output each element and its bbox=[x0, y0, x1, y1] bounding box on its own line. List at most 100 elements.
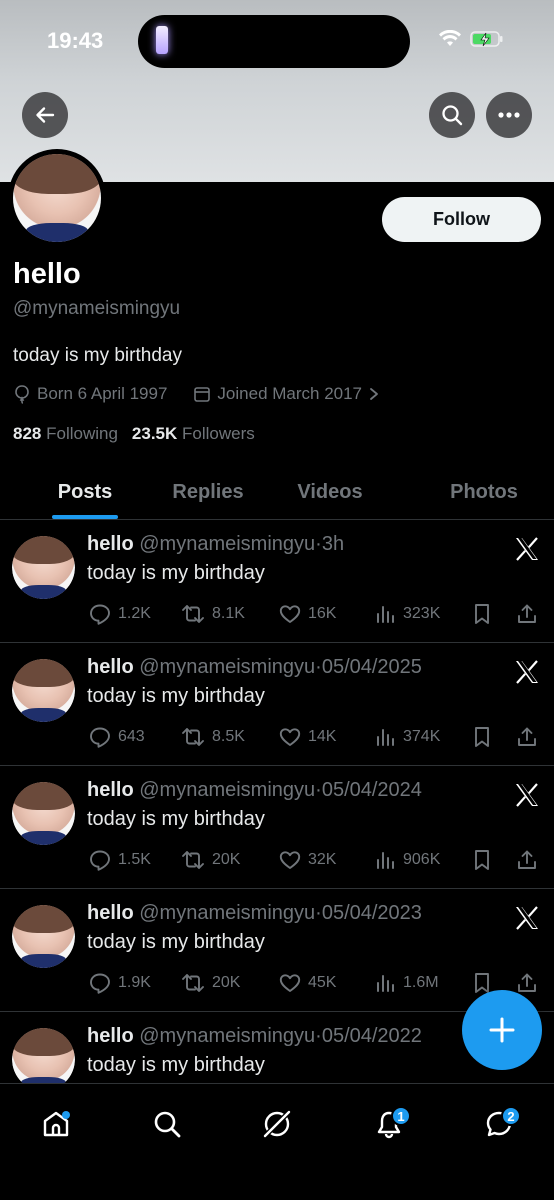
post-author-name[interactable]: hello bbox=[87, 1025, 134, 1047]
tab-posts[interactable]: Posts bbox=[0, 466, 170, 519]
heart-icon bbox=[279, 605, 301, 623]
post-source-badge bbox=[514, 782, 540, 808]
profile-bio: today is my birthday bbox=[13, 345, 182, 366]
repost-button[interactable]: 20K bbox=[180, 969, 240, 997]
post-timestamp: ·05/04/2025 bbox=[315, 656, 422, 678]
reply-button[interactable]: 1.2K bbox=[88, 600, 151, 628]
nav-notifications[interactable]: 1 bbox=[367, 1102, 411, 1146]
post-item[interactable]: hello @mynameismingyu·05/04/2024 today is… bbox=[0, 766, 554, 889]
post-author-handle: @mynameismingyu bbox=[139, 902, 316, 924]
profile-tabs: Posts Replies Videos Photos bbox=[0, 466, 554, 520]
post-actions: 1.5K 20K 32K 906K bbox=[88, 846, 543, 874]
post-author-name[interactable]: hello bbox=[87, 779, 134, 801]
share-button[interactable] bbox=[515, 600, 539, 628]
post-avatar[interactable] bbox=[12, 536, 75, 599]
avatar-photo bbox=[12, 1028, 75, 1091]
followers-count: 23.5K bbox=[131, 424, 178, 443]
share-icon bbox=[518, 973, 536, 992]
bookmark-button[interactable] bbox=[471, 846, 493, 874]
post-actions: 643 8.5K 14K 374K bbox=[88, 723, 543, 751]
post-avatar[interactable] bbox=[12, 905, 75, 968]
heart-icon bbox=[279, 851, 301, 869]
nav-home[interactable] bbox=[34, 1102, 78, 1146]
compose-post-button[interactable] bbox=[462, 990, 542, 1070]
post-avatar[interactable] bbox=[12, 659, 75, 722]
display-name: hello bbox=[13, 258, 81, 290]
like-button[interactable]: 45K bbox=[278, 969, 336, 997]
repost-icon bbox=[182, 974, 204, 992]
repost-icon bbox=[182, 851, 204, 869]
views-button[interactable]: 323K bbox=[375, 600, 440, 628]
joined-date[interactable]: Joined March 2017 bbox=[217, 384, 362, 404]
followers-link[interactable]: 23.5K Followers bbox=[132, 424, 255, 444]
bookmark-icon bbox=[475, 604, 489, 624]
reply-button[interactable]: 1.5K bbox=[88, 846, 151, 874]
search-button[interactable] bbox=[429, 92, 475, 138]
post-timestamp: ·05/04/2023 bbox=[315, 902, 422, 924]
reply-button[interactable]: 1.9K bbox=[88, 969, 151, 997]
bookmark-button[interactable] bbox=[471, 600, 493, 628]
post-header: hello @mynameismingyu·05/04/2025 bbox=[87, 656, 422, 679]
profile-avatar[interactable] bbox=[8, 149, 106, 247]
like-button[interactable]: 16K bbox=[278, 600, 336, 628]
like-button[interactable]: 14K bbox=[278, 723, 336, 751]
tab-label: Videos bbox=[297, 481, 363, 503]
repost-button[interactable]: 8.1K bbox=[180, 600, 245, 628]
views-chart-icon bbox=[377, 729, 394, 746]
following-link[interactable]: 828 Following bbox=[13, 424, 118, 444]
post-author-name[interactable]: hello bbox=[87, 902, 134, 924]
post-header: hello @mynameismingyu·3h bbox=[87, 533, 344, 556]
bookmark-icon bbox=[475, 727, 489, 747]
chevron-right-icon[interactable] bbox=[368, 387, 380, 401]
tab-photos[interactable]: Photos bbox=[414, 466, 554, 519]
post-text: today is my birthday bbox=[87, 808, 265, 830]
status-icons bbox=[438, 30, 504, 48]
post-avatar[interactable] bbox=[12, 782, 75, 845]
tab-replies[interactable]: Replies bbox=[170, 466, 246, 519]
post-author-name[interactable]: hello bbox=[87, 656, 134, 678]
post-author-name[interactable]: hello bbox=[87, 533, 134, 555]
repost-button[interactable]: 8.5K bbox=[180, 723, 245, 751]
heart-icon bbox=[279, 974, 301, 992]
reply-count: 1.9K bbox=[118, 974, 151, 991]
repost-count: 8.5K bbox=[212, 728, 245, 745]
views-button[interactable]: 374K bbox=[375, 723, 440, 751]
nav-grok[interactable] bbox=[255, 1102, 299, 1146]
share-icon bbox=[518, 604, 536, 623]
status-time: 19:43 bbox=[47, 28, 104, 53]
post-avatar[interactable] bbox=[12, 1028, 75, 1091]
search-icon bbox=[442, 105, 463, 126]
post-author-handle: @mynameismingyu bbox=[139, 779, 316, 801]
back-button[interactable] bbox=[22, 92, 68, 138]
more-options-button[interactable] bbox=[486, 92, 532, 138]
post-item[interactable]: hello @mynameismingyu·05/04/2025 today is… bbox=[0, 643, 554, 766]
post-header: hello @mynameismingyu·05/04/2023 bbox=[87, 902, 422, 925]
nav-search[interactable] bbox=[145, 1102, 189, 1146]
like-count: 45K bbox=[308, 974, 337, 991]
bottom-navigation: 1 2 bbox=[0, 1083, 554, 1200]
like-count: 14K bbox=[308, 728, 337, 745]
views-chart-icon bbox=[377, 852, 394, 869]
nav-messages[interactable]: 2 bbox=[477, 1102, 521, 1146]
post-timestamp: ·05/04/2024 bbox=[315, 779, 422, 801]
tab-videos[interactable]: Videos bbox=[246, 466, 414, 519]
repost-button[interactable]: 20K bbox=[180, 846, 240, 874]
x-logo-icon bbox=[516, 906, 538, 930]
views-button[interactable]: 1.6M bbox=[375, 969, 439, 997]
post-item[interactable]: hello @mynameismingyu·05/04/2023 today is… bbox=[0, 889, 554, 1012]
reply-icon bbox=[90, 727, 110, 748]
post-text: today is my birthday bbox=[87, 562, 265, 584]
post-header: hello @mynameismingyu·05/04/2024 bbox=[87, 779, 422, 802]
follow-button[interactable]: Follow bbox=[382, 197, 541, 242]
like-button[interactable]: 32K bbox=[278, 846, 336, 874]
profile-handle: @mynameismingyu bbox=[13, 298, 181, 319]
post-item[interactable]: hello @mynameismingyu·3h today is my birt… bbox=[0, 520, 554, 643]
share-button[interactable] bbox=[515, 846, 539, 874]
share-button[interactable] bbox=[515, 723, 539, 751]
avatar-photo bbox=[12, 536, 75, 599]
bookmark-button[interactable] bbox=[471, 723, 493, 751]
post-text: today is my birthday bbox=[87, 685, 265, 707]
calendar-icon bbox=[194, 387, 211, 402]
reply-button[interactable]: 643 bbox=[88, 723, 145, 751]
views-button[interactable]: 906K bbox=[375, 846, 440, 874]
